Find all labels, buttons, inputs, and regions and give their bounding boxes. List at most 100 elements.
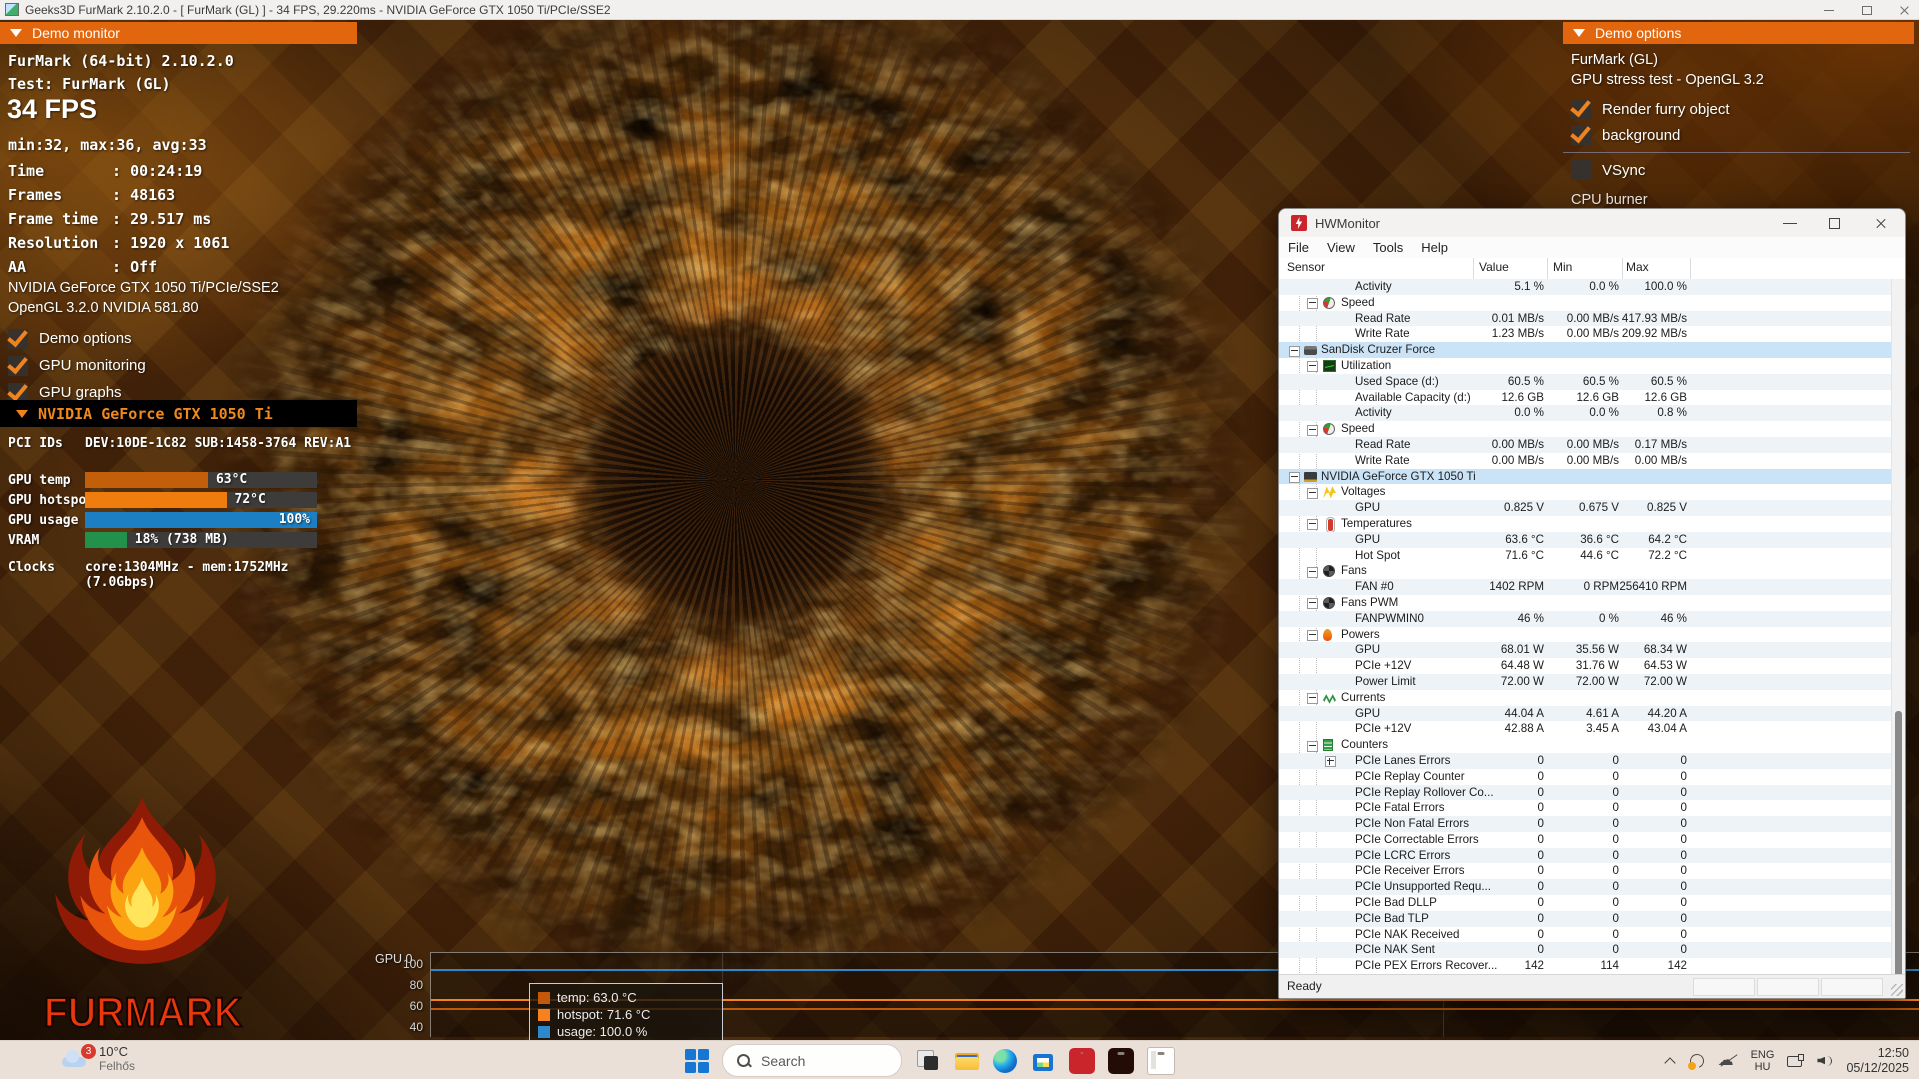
sensor-row[interactable]: PCIe Correctable Errors 0 0 0 [1279,832,1891,848]
network-icon[interactable] [1787,1053,1805,1068]
update-sync-icon[interactable] [1687,1053,1705,1070]
clock-widget[interactable]: 12:50 05/12/2025 [1846,1046,1909,1076]
sensor-row[interactable]: Fans PWM [1279,595,1891,611]
sensor-row[interactable]: PCIe Bad DLLP 0 0 0 [1279,895,1891,911]
close-icon[interactable] [1859,209,1905,237]
sensor-row[interactable]: Currents [1279,690,1891,706]
expand-toggle-icon[interactable] [1307,693,1318,705]
maximize-icon[interactable] [1859,3,1875,17]
menu-item[interactable]: Help [1412,240,1457,255]
checkbox-icon[interactable] [1571,99,1591,119]
sensor-row[interactable]: Counters [1279,737,1891,753]
menu-item[interactable]: View [1318,240,1364,255]
expand-toggle-icon[interactable] [1307,566,1318,578]
sensor-row[interactable]: SanDisk Cruzer Force [1279,342,1891,358]
sensor-row[interactable]: PCIe Bad TLP 0 0 0 [1279,910,1891,927]
sensor-row[interactable]: Speed [1279,295,1891,311]
task-view-icon[interactable] [915,1048,941,1074]
language-switcher[interactable]: ENG HU [1751,1049,1775,1073]
checkbox-icon[interactable] [8,355,28,376]
sensor-row[interactable]: PCIe Replay Rollover Co... 0 0 0 [1279,784,1891,801]
sensor-row[interactable]: Read Rate 0.00 MB/s 0.00 MB/s 0.17 MB/s [1279,436,1891,453]
expand-toggle-icon[interactable] [1307,630,1318,642]
sensor-row[interactable]: Power Limit 72.00 W 72.00 W 72.00 W [1279,673,1891,690]
expand-toggle-icon[interactable] [1307,424,1318,436]
sensor-row[interactable]: PCIe PEX Errors Recover... 142 114 142 [1279,958,1891,974]
sensor-row[interactable]: Activity 5.1 % 0.0 % 100.0 % [1279,279,1891,295]
sensor-row[interactable]: Write Rate 1.23 MB/s 0.00 MB/s 209.92 MB… [1279,326,1891,342]
sensor-row[interactable]: Hot Spot 71.6 °C 44.6 °C 72.2 °C [1279,548,1891,564]
sensor-row[interactable]: Powers [1279,627,1891,643]
sensor-row[interactable]: Read Rate 0.01 MB/s 0.00 MB/s 417.93 MB/… [1279,310,1891,327]
file-explorer-icon[interactable] [954,1048,980,1074]
vsync-checkbox-row[interactable]: VSync [1571,160,1645,180]
hwmonitor-titlebar[interactable]: HWMonitor [1279,209,1905,237]
sensor-row[interactable]: GPU 63.6 °C 36.6 °C 64.2 °C [1279,531,1891,548]
sensor-row[interactable]: PCIe +12V 42.88 A 3.45 A 43.04 A [1279,721,1891,737]
sensor-row[interactable]: Fans [1279,563,1891,579]
onedrive-paused-icon[interactable] [1718,1050,1738,1069]
minimize-icon[interactable] [1767,209,1813,237]
sensor-row[interactable]: Speed [1279,421,1891,437]
sensor-row[interactable]: PCIe NAK Received 0 0 0 [1279,927,1891,943]
sensor-row[interactable]: PCIe Replay Counter 0 0 0 [1279,769,1891,785]
sensor-row[interactable]: NVIDIA GeForce GTX 1050 Ti [1279,468,1891,485]
search-box[interactable]: Search [722,1044,902,1077]
sensor-row[interactable]: PCIe Non Fatal Errors 0 0 0 [1279,816,1891,832]
sensor-row[interactable]: PCIe Lanes Errors 0 0 0 [1279,752,1891,769]
expand-toggle-icon[interactable] [1289,345,1300,357]
resize-grip[interactable] [1891,984,1903,996]
demo-options-header[interactable]: Demo options [1563,22,1914,44]
minimize-icon[interactable] [1821,3,1837,17]
expand-toggle-icon[interactable] [1307,298,1318,310]
checkbox-row[interactable]: GPU monitoring [8,352,146,379]
sensor-row[interactable]: Available Capacity (d:) 12.6 GB 12.6 GB … [1279,390,1891,406]
menu-item[interactable]: Tools [1364,240,1412,255]
sensor-row[interactable]: Write Rate 0.00 MB/s 0.00 MB/s 0.00 MB/s [1279,453,1891,469]
sensor-row[interactable]: GPU 44.04 A 4.61 A 44.20 A [1279,705,1891,722]
checkbox-icon[interactable] [1571,160,1591,180]
sensor-row[interactable]: GPU 0.825 V 0.675 V 0.825 V [1279,500,1891,516]
menu-item[interactable]: File [1279,240,1318,255]
furmark-gl-window-icon[interactable] [1147,1046,1175,1075]
maximize-icon[interactable] [1813,209,1859,237]
sensor-row[interactable]: PCIe Receiver Errors 0 0 0 [1279,863,1891,879]
column-header-row[interactable]: Sensor Value Min Max [1279,258,1905,280]
checkbox-icon[interactable] [1571,125,1591,145]
scrollbar-thumb[interactable] [1895,711,1902,998]
scrollbar[interactable] [1891,279,1905,998]
weather-widget[interactable]: 3 10°C Felhős [60,1043,135,1073]
start-button-icon[interactable] [685,1048,709,1073]
expand-toggle-icon[interactable] [1307,487,1318,499]
column-sensor[interactable]: Sensor [1287,260,1325,274]
expand-toggle-icon[interactable] [1325,756,1336,768]
expand-toggle-icon[interactable] [1289,472,1300,484]
tray-chevron-up-icon[interactable] [1664,1056,1676,1065]
sensor-row[interactable]: PCIe LCRC Errors 0 0 0 [1279,847,1891,864]
sensor-row[interactable]: FANPWMIN0 46 % 0 % 46 % [1279,610,1891,627]
edge-browser-icon[interactable] [993,1048,1017,1073]
expand-toggle-icon[interactable] [1307,598,1318,610]
sensor-row[interactable]: PCIe Fatal Errors 0 0 0 [1279,800,1891,816]
furmark-taskbar-icon[interactable] [1108,1047,1134,1074]
column-min[interactable]: Min [1553,260,1572,274]
expand-toggle-icon[interactable] [1307,519,1318,531]
expand-toggle-icon[interactable] [1307,740,1318,752]
close-icon[interactable] [1897,3,1913,17]
gpu-section-header[interactable]: NVIDIA GeForce GTX 1050 Ti [0,400,357,427]
sensor-row[interactable]: FAN #0 1402 RPM 0 RPM 256410 RPM [1279,579,1891,595]
checkbox-row[interactable]: Render furry object [1571,96,1730,122]
volume-icon[interactable] [1817,1054,1833,1068]
expand-toggle-icon[interactable] [1307,361,1318,373]
checkbox-row[interactable]: Demo options [8,325,146,352]
sensor-row[interactable]: PCIe +12V 64.48 W 31.76 W 64.53 W [1279,658,1891,674]
sensor-row[interactable]: Utilization [1279,358,1891,374]
sensor-row[interactable]: Used Space (d:) 60.5 % 60.5 % 60.5 % [1279,373,1891,390]
sensor-row[interactable]: PCIe NAK Sent 0 0 0 [1279,942,1891,959]
column-max[interactable]: Max [1626,260,1649,274]
sensor-row[interactable]: Temperatures [1279,516,1891,532]
column-value[interactable]: Value [1479,260,1509,274]
sensor-row[interactable]: Activity 0.0 % 0.0 % 0.8 % [1279,405,1891,422]
checkbox-row[interactable]: background [1571,122,1730,148]
hwmonitor-taskbar-icon[interactable] [1069,1047,1095,1074]
